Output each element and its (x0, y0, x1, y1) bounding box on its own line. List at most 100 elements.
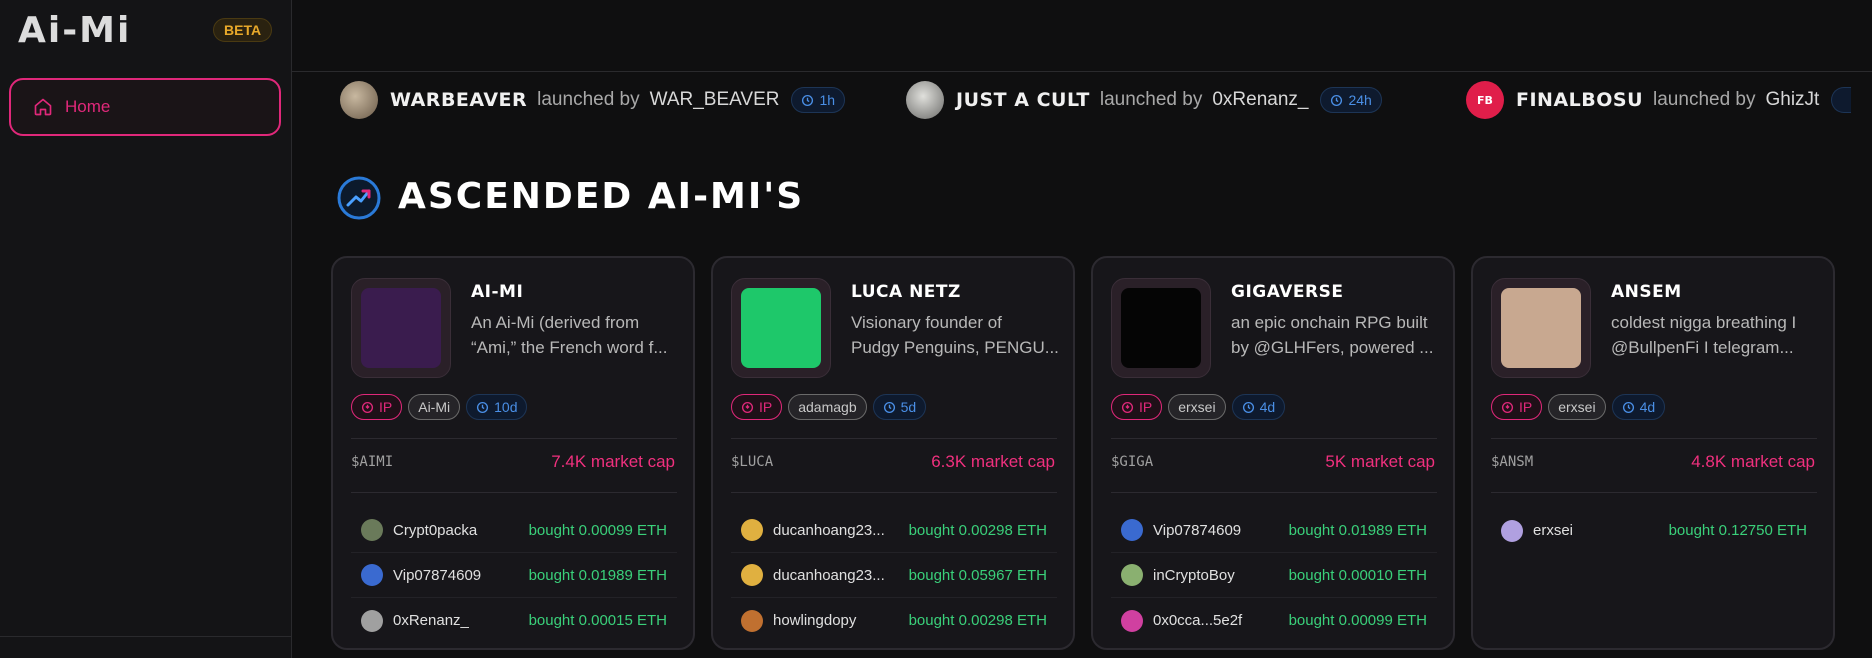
ip-tag-label: IP (759, 399, 773, 415)
token-symbol: $AIMI (351, 454, 394, 470)
trader-name[interactable]: Crypt0packa (393, 522, 523, 539)
trader-avatar (1121, 609, 1143, 632)
trade-row[interactable]: Crypt0packa bought 0.00099 ETH (351, 508, 677, 553)
ip-icon (361, 401, 374, 413)
trade-row[interactable]: Vip07874609 bought 0.01989 ETH (1111, 508, 1437, 553)
trader-name[interactable]: Vip07874609 (1153, 522, 1283, 539)
trade-row[interactable]: ducanhoang23... bought 0.00298 ETH (731, 508, 1057, 553)
trader-name[interactable]: 0xRenanz_ (393, 612, 523, 629)
creator-tag[interactable]: erxsei (1168, 394, 1226, 420)
trader-name[interactable]: 0x0cca...5e2f (1153, 612, 1283, 629)
card-divider (1111, 492, 1437, 493)
trade-amount: bought 0.00099 ETH (1288, 612, 1427, 629)
ticker-item[interactable]: JUST A CULT launched by 0xRenanz_ 24h (906, 78, 1382, 122)
trade-amount: bought 0.00298 ETH (908, 521, 1047, 539)
market-cap: 5K market cap (1325, 452, 1435, 471)
clock-icon (883, 401, 895, 413)
clock-icon (1331, 94, 1343, 106)
card-divider (1111, 438, 1437, 439)
token-image (1501, 288, 1581, 368)
ip-tag: IP (731, 394, 783, 420)
market-cap: 7.4K market cap (551, 452, 675, 471)
token-name: GIGAVERSE (1231, 282, 1344, 302)
trade-row[interactable]: howlingdopy bought 0.00298 ETH (731, 598, 1057, 643)
ticker-creator[interactable]: WAR_BEAVER (650, 89, 780, 111)
trade-row[interactable]: Vip07874609 bought 0.01989 ETH (351, 553, 677, 598)
recent-trades-list: erxsei bought 0.12750 ETH (1491, 508, 1817, 553)
recent-trades-list: Crypt0packa bought 0.00099 ETH Vip078746… (351, 508, 677, 643)
token-tags: IP erxsei 4d (1491, 394, 1666, 420)
sidebar-item-home[interactable]: Home (9, 78, 281, 136)
ip-tag-label: IP (1139, 399, 1153, 415)
age-tag: 10d (466, 394, 528, 420)
ticker-item[interactable]: FB FINALBOSU launched by GhizJt (1466, 78, 1852, 122)
beta-badge: BETA (213, 18, 273, 42)
market-cap: 4.8K market cap (1691, 452, 1815, 471)
trade-row[interactable]: 0x0cca...5e2f bought 0.00099 ETH (1111, 598, 1437, 643)
token-card[interactable]: AI-MI An Ai-Mi (derived from “Ami,” the … (331, 256, 695, 650)
age-tag: 5d (872, 394, 927, 420)
trade-row[interactable]: inCryptoBoy bought 0.00010 ETH (1111, 553, 1437, 598)
trader-name[interactable]: Vip07874609 (393, 567, 523, 584)
trader-name[interactable]: ducanhoang23... (773, 567, 903, 584)
token-card[interactable]: LUCA NETZ Visionary founder of Pudgy Pen… (711, 256, 1075, 650)
trader-name[interactable]: inCryptoBoy (1153, 567, 1283, 584)
token-symbol: $LUCA (731, 454, 774, 470)
trader-avatar (741, 609, 763, 632)
ticker-creator[interactable]: 0xRenanz_ (1212, 89, 1308, 111)
ticker-launched-by: launched by (1653, 89, 1756, 110)
age-tag-label: 10d (494, 399, 518, 415)
token-description-line: by @GLHFers, powered ... (1231, 338, 1434, 357)
trade-row[interactable]: erxsei bought 0.12750 ETH (1491, 508, 1817, 553)
creator-tag[interactable]: adamagb (788, 394, 867, 420)
clock-icon (1622, 401, 1634, 413)
age-tag: 4d (1231, 394, 1286, 420)
sidebar-item-label: Home (65, 97, 111, 116)
token-description-line: Visionary founder of (851, 313, 1002, 332)
sidebar-divider (0, 636, 292, 637)
ticker-item[interactable]: WARBEAVER launched by WAR_BEAVER 1h (340, 78, 846, 122)
trader-avatar (1501, 519, 1523, 542)
creator-tag[interactable]: Ai-Mi (408, 394, 461, 420)
token-name: LUCA NETZ (851, 282, 961, 302)
ticker-time-badge (1831, 87, 1852, 113)
ticker-time-badge: 24h (1320, 87, 1382, 113)
clock-icon (1242, 401, 1254, 413)
trade-amount: bought 0.05967 ETH (908, 566, 1047, 584)
ip-icon (1121, 401, 1134, 413)
trade-row[interactable]: 0xRenanz_ bought 0.00015 ETH (351, 598, 677, 643)
token-image (1121, 288, 1201, 368)
app-logo[interactable]: Ai-Mi (18, 10, 131, 51)
ticker-avatar (906, 81, 944, 119)
top-bar (292, 0, 1872, 72)
ticker-time: 24h (1348, 92, 1372, 108)
ticker-token-name: WARBEAVER (390, 89, 528, 111)
trader-avatar (361, 564, 383, 586)
trending-up-icon (337, 176, 381, 220)
token-description-line: @BullpenFi I telegram... (1611, 338, 1794, 357)
token-description: An Ai-Mi (derived from “Ami,” the French… (471, 310, 681, 360)
ip-tag-label: IP (1519, 399, 1533, 415)
trader-name[interactable]: erxsei (1533, 522, 1663, 539)
trader-name[interactable]: ducanhoang23... (773, 522, 903, 539)
token-symbol: $ANSM (1491, 454, 1534, 470)
trade-amount: bought 0.00298 ETH (908, 612, 1047, 629)
ticker-launched-by: launched by (537, 89, 640, 110)
trade-row[interactable]: ducanhoang23... bought 0.05967 ETH (731, 553, 1057, 598)
token-tags: IP Ai-Mi 10d (351, 394, 528, 420)
launch-ticker: WARBEAVER launched by WAR_BEAVER 1h JUST… (292, 78, 1872, 122)
creator-tag[interactable]: erxsei (1548, 394, 1606, 420)
ticker-creator[interactable]: GhizJt (1765, 89, 1819, 111)
token-thumbnail (1491, 278, 1591, 378)
token-tags: IP erxsei 4d (1111, 394, 1286, 420)
ticker-avatar-text: FB (1477, 93, 1493, 107)
ticker-time-badge: 1h (791, 87, 846, 113)
ip-icon (1501, 401, 1514, 413)
ticker-time: 1h (819, 92, 836, 108)
token-card[interactable]: GIGAVERSE an epic onchain RPG built by @… (1091, 256, 1455, 650)
trader-name[interactable]: howlingdopy (773, 612, 903, 629)
token-card[interactable]: ANSEM coldest nigga breathing I @Bullpen… (1471, 256, 1835, 650)
age-tag-label: 4d (1259, 399, 1276, 415)
ip-tag-label: IP (379, 399, 393, 415)
trade-amount: bought 0.00015 ETH (528, 612, 667, 629)
